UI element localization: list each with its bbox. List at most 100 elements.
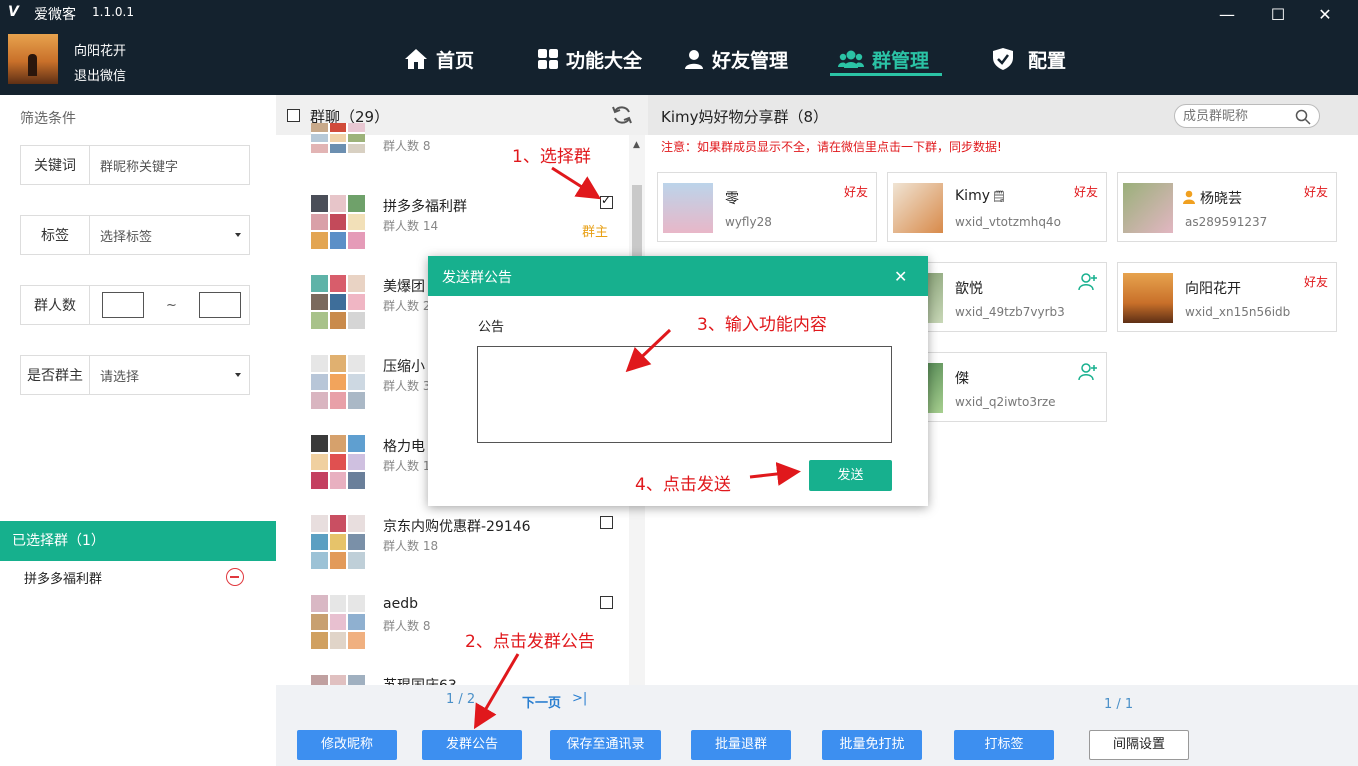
group-avatar-grid: [311, 123, 365, 153]
member-search-input[interactable]: [1183, 105, 1293, 127]
member-card[interactable]: 零 wyfly28 好友: [657, 172, 877, 242]
owner-user-icon: [1183, 190, 1195, 204]
group-avatar-grid: [311, 515, 365, 569]
add-friend-icon[interactable]: [1078, 362, 1098, 382]
post-announcement-button[interactable]: 发群公告: [422, 730, 522, 760]
group-checkbox[interactable]: [600, 516, 613, 529]
shield-icon: [993, 48, 1013, 70]
next-page-link[interactable]: 下一页: [522, 692, 561, 711]
note-icon: 🗒: [992, 190, 1006, 203]
keyword-input[interactable]: 群昵称关键字: [90, 146, 249, 184]
members-pager: [648, 685, 1358, 721]
group-checkbox[interactable]: [600, 193, 613, 209]
group-name[interactable]: 苏琨国庆63: [383, 675, 457, 685]
announcement-textarea[interactable]: [477, 346, 892, 443]
selected-groups-header: 已选择群（1）: [0, 521, 276, 561]
group-icon: [838, 50, 864, 68]
batch-mute-button[interactable]: 批量免打扰: [822, 730, 922, 760]
scroll-up-icon[interactable]: ▲: [633, 140, 640, 150]
tag-filter: 标签 选择标签: [20, 215, 250, 255]
minimize-button[interactable]: —: [1204, 2, 1250, 28]
members-page-indicator: 1 / 1: [1104, 697, 1134, 712]
member-name: 歆悦: [955, 281, 983, 297]
refresh-icon[interactable]: [611, 104, 633, 126]
interval-settings-button[interactable]: 间隔设置: [1089, 730, 1189, 760]
member-name: Kimy 🗒: [955, 188, 1006, 204]
sync-notice: 注意：如果群成员显示不全，请在微信里点击一下群，同步数据!: [661, 140, 1002, 154]
nav-groups[interactable]: 群管理: [838, 44, 929, 74]
friend-badge: 好友: [843, 185, 868, 199]
count-min-input[interactable]: [102, 292, 144, 318]
owner-select-value: 请选择: [100, 369, 140, 385]
user-avatar: [8, 34, 58, 84]
send-button[interactable]: 发送: [809, 460, 892, 491]
group-avatar-grid: [311, 435, 365, 489]
members-title: Kimy妈好物分享群（8）: [661, 108, 829, 126]
nav-friends[interactable]: 好友管理: [684, 44, 788, 74]
group-avatar-grid: [311, 675, 365, 685]
save-to-contacts-button[interactable]: 保存至通讯录: [550, 730, 661, 760]
edit-nickname-button[interactable]: 修改昵称: [297, 730, 397, 760]
logout-link[interactable]: 退出微信: [74, 65, 126, 84]
search-icon[interactable]: [1295, 109, 1311, 125]
member-name: 零: [725, 191, 739, 207]
member-name: 傑: [955, 371, 969, 387]
last-page-link[interactable]: >|: [572, 691, 587, 706]
nav-home[interactable]: 首页: [404, 44, 474, 74]
close-window-button[interactable]: ✕: [1302, 2, 1348, 28]
group-name[interactable]: 压缩小: [383, 356, 425, 376]
close-icon[interactable]: ✕: [894, 267, 907, 286]
dialog-title: 发送群公告: [442, 270, 512, 286]
member-avatar: [663, 183, 713, 233]
count-max-input[interactable]: [198, 292, 241, 318]
batch-leave-button[interactable]: 批量退群: [691, 730, 791, 760]
group-member-count: 群人数 18: [383, 539, 439, 553]
owner-select[interactable]: 请选择: [90, 356, 249, 394]
nav-groups-label: 群管理: [872, 49, 930, 72]
nav-features[interactable]: 功能大全: [538, 44, 642, 74]
group-page-indicator: 1 / 2: [446, 692, 476, 707]
group-name[interactable]: 京东内购优惠群-29146: [383, 516, 531, 536]
group-member-count: 群人数 3: [383, 379, 431, 393]
title-bar: V 爱微客 1.1.0.1 — ☐ ✕ 向阳花开 退出微信 首页 功能大全 好友…: [0, 0, 1358, 95]
group-name-clip: 苏琨国庆63: [383, 675, 583, 685]
owner-filter: 是否群主 请选择: [20, 355, 250, 395]
owner-badge: 群主: [582, 225, 609, 240]
member-wxid: wxid_vtotzmhq4o: [955, 215, 1061, 229]
group-member-count: 群人数 8: [383, 139, 431, 153]
nav-active-indicator: [830, 73, 942, 76]
nav-features-label: 功能大全: [566, 49, 643, 72]
grid-icon: [538, 49, 558, 69]
caret-down-icon: [235, 233, 241, 237]
caret-down-icon: [235, 373, 241, 377]
member-wxid: wyfly28: [725, 215, 772, 229]
group-name[interactable]: 格力电: [383, 436, 425, 456]
nav-friends-label: 好友管理: [712, 49, 789, 72]
user-icon: [685, 50, 703, 69]
remove-circle-icon[interactable]: [226, 568, 244, 586]
annotation-step-3: 3、输入功能内容: [697, 315, 827, 335]
group-avatar-grid: [311, 595, 365, 649]
add-friend-icon[interactable]: [1078, 272, 1098, 292]
member-name: 向阳花开: [1185, 281, 1241, 297]
friend-badge: 好友: [1303, 275, 1328, 289]
keyword-label: 关键词: [21, 146, 90, 184]
member-avatar: [893, 183, 943, 233]
tag-button[interactable]: 打标签: [954, 730, 1054, 760]
group-checkbox[interactable]: [600, 596, 613, 609]
member-card[interactable]: Kimy 🗒 wxid_vtotzmhq4o 好友: [887, 172, 1107, 242]
tag-select-value: 选择标签: [100, 229, 153, 245]
home-icon: [405, 49, 427, 69]
group-name[interactable]: 美爆团: [383, 276, 425, 296]
group-name[interactable]: 拼多多福利群: [383, 196, 467, 216]
select-all-checkbox[interactable]: [287, 109, 300, 122]
member-card[interactable]: 向阳花开 wxid_xn15n56idb 好友: [1117, 262, 1337, 332]
group-name[interactable]: aedb: [383, 596, 418, 612]
annotation-step-4: 4、点击发送: [635, 475, 731, 495]
group-avatar-grid: [311, 195, 365, 249]
member-card[interactable]: 杨晓芸 as289591237 好友: [1117, 172, 1337, 242]
maximize-button[interactable]: ☐: [1255, 2, 1301, 28]
nav-config[interactable]: 配置: [992, 44, 1066, 74]
tag-select[interactable]: 选择标签: [90, 216, 249, 254]
nav-config-label: 配置: [1028, 49, 1067, 72]
